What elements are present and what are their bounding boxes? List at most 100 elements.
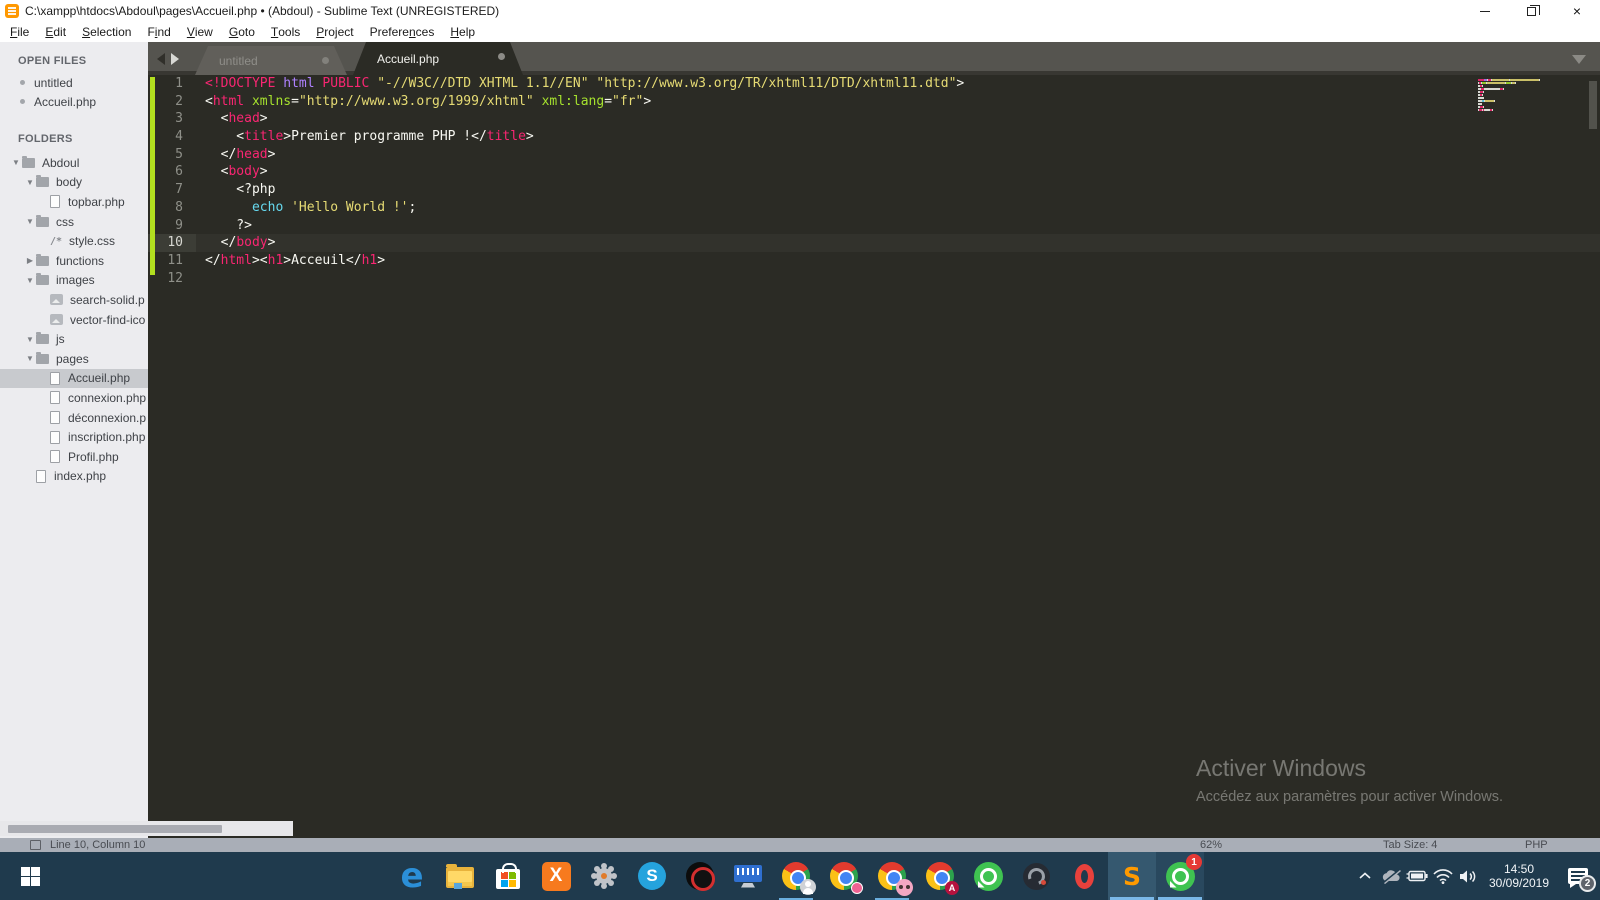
expand-arrow-icon[interactable]: ▶ [24, 256, 36, 265]
taskbar-chrome-profile-4[interactable]: A [916, 852, 964, 900]
code-line-2: 2 <html xmlns="http://www.w3.org/1999/xht… [148, 93, 1600, 111]
menu-find[interactable]: Fi nd [139, 22, 178, 42]
tray-chevron-up-icon[interactable] [1352, 852, 1378, 900]
menu-preferences[interactable]: Prefere n ces [362, 22, 443, 42]
line-number: 9 [175, 217, 183, 233]
file-icon [50, 411, 60, 425]
watermark-title: Activer Windows [1196, 755, 1366, 781]
line-number: 1 [175, 76, 183, 91]
tree-item-abdoul[interactable]: ▼ Abdoul [0, 153, 148, 173]
open-file-accueil-php[interactable]: Accueil.php [0, 92, 148, 111]
minimize-button[interactable] [1462, 0, 1508, 22]
tab-scroll-left-icon[interactable] [157, 53, 165, 65]
tree-item-body[interactable]: ▼ body [0, 173, 148, 193]
start-button[interactable] [6, 852, 54, 900]
vertical-scrollbar[interactable] [1589, 81, 1597, 129]
taskbar-settings-gear[interactable] [580, 852, 628, 900]
taskbar-on-screen-keyboard[interactable] [724, 852, 772, 900]
collapse-arrow-icon[interactable]: ▼ [24, 276, 36, 285]
collapse-arrow-icon[interactable]: ▼ [24, 217, 36, 226]
taskbar-microsoft-store[interactable] [484, 852, 532, 900]
taskbar-apps: e X S A S 1 [388, 852, 1204, 900]
minimap[interactable] [1478, 79, 1586, 115]
line-number: 4 [175, 129, 183, 145]
loop-app-icon [1020, 860, 1052, 892]
onedrive-cloud-icon[interactable] [1378, 852, 1404, 900]
syntax-indicator[interactable]: PHP [1525, 839, 1548, 851]
clock-time: 14:50 [1503, 862, 1535, 876]
menu-goto[interactable]: Goto [221, 22, 263, 42]
collapse-arrow-icon[interactable]: ▼ [24, 354, 36, 363]
open-files-header: OPEN FILES [18, 55, 87, 67]
restore-button[interactable] [1508, 0, 1554, 22]
tree-item-label: style.css [69, 234, 116, 249]
close-icon: × [1572, 3, 1582, 19]
collapse-arrow-icon[interactable]: ▼ [10, 158, 22, 167]
menu-tools[interactable]: Tools [263, 22, 308, 42]
horizontal-scrollbar-thumb[interactable] [8, 825, 222, 833]
taskbar-opera[interactable] [1060, 852, 1108, 900]
taskbar-skype[interactable]: S [628, 852, 676, 900]
close-button[interactable]: × [1554, 0, 1600, 22]
restore-icon [1526, 4, 1540, 16]
tree-item-connexion-php[interactable]: connexion.php [0, 388, 148, 408]
taskbar-sublime-text[interactable]: S [1108, 852, 1156, 900]
code-editor[interactable]: 1 <!DOCTYPE html PUBLIC "-//W3C//DTD XHTM… [148, 75, 1600, 838]
tab-accueil-php[interactable]: Accueil.php [353, 42, 523, 75]
taskbar-chrome-profile-1[interactable] [772, 852, 820, 900]
folder-icon [36, 273, 49, 286]
open-file-untitled[interactable]: untitled [0, 73, 148, 92]
tree-item-css[interactable]: ▼ css [0, 212, 148, 232]
tree-item-search-solid-p[interactable]: search-solid.p [0, 290, 148, 310]
tab-overflow-dropdown-icon[interactable] [1572, 55, 1586, 64]
horizontal-scrollbar-track[interactable] [0, 821, 293, 836]
profile-badge-icon [851, 882, 863, 894]
tree-item-profil-php[interactable]: Profil.php [0, 447, 148, 467]
taskbar-chrome-profile-2[interactable] [820, 852, 868, 900]
taskbar-whatsapp-desktop[interactable]: 1 [1156, 852, 1204, 900]
menu-view[interactable]: View [179, 22, 221, 42]
taskbar-file-explorer[interactable] [436, 852, 484, 900]
menu-help[interactable]: Help [442, 22, 483, 42]
code-text: <!DOCTYPE html PUBLIC "-//W3C//DTD XHTML… [205, 76, 965, 91]
line-number: 10 [148, 234, 196, 252]
menu-project[interactable]: Project [308, 22, 361, 42]
menu-file[interactable]: File [2, 22, 37, 42]
taskbar-whatsapp[interactable] [964, 852, 1012, 900]
sidebar: OPEN FILES untitled Accueil.php FOLDERS ▼… [0, 42, 148, 838]
taskbar-loop-app[interactable] [1012, 852, 1060, 900]
battery-icon[interactable] [1404, 852, 1430, 900]
taskbar-xampp[interactable]: X [532, 852, 580, 900]
tree-item-accueil-php[interactable]: Accueil.php [0, 368, 148, 389]
tree-item-vector-find-ico[interactable]: vector-find-ico [0, 310, 148, 330]
menu-edit[interactable]: Edit [37, 22, 74, 42]
tree-item-style-css[interactable]: /* style.css [0, 231, 148, 251]
taskbar-chrome-profile-3[interactable] [868, 852, 916, 900]
tab-size-indicator[interactable]: Tab Size: 4 [1383, 839, 1437, 851]
tree-item-js[interactable]: ▼ js [0, 329, 148, 349]
clock[interactable]: 14:50 30/09/2019 [1486, 862, 1552, 890]
tree-item-topbar-php[interactable]: topbar.php [0, 192, 148, 212]
tree-item-d-connexion-p[interactable]: déconnexion.p [0, 408, 148, 428]
tab-untitled[interactable]: untitled [195, 46, 347, 75]
collapse-arrow-icon[interactable]: ▼ [24, 178, 36, 187]
tree-item-index-php[interactable]: index.php [0, 467, 148, 487]
wifi-icon[interactable] [1430, 852, 1456, 900]
vintage-mode-icon[interactable] [30, 840, 41, 850]
tab-scroll-right-icon[interactable] [171, 53, 179, 65]
sublime-logo-icon [5, 4, 19, 18]
tree-item-images[interactable]: ▼ images [0, 271, 148, 291]
file-icon [36, 469, 46, 483]
whatsapp-icon [972, 860, 1004, 892]
taskbar-edge[interactable]: e [388, 852, 436, 900]
collapse-arrow-icon[interactable]: ▼ [24, 335, 36, 344]
taskbar-screen-recorder[interactable] [676, 852, 724, 900]
tree-item-label: functions [56, 253, 105, 268]
menu-selection[interactable]: Selection [74, 22, 139, 42]
tree-item-functions[interactable]: ▶ functions [0, 251, 148, 271]
action-center-button[interactable]: 2 [1556, 852, 1600, 900]
tree-item-pages[interactable]: ▼ pages [0, 349, 148, 369]
volume-icon[interactable] [1456, 852, 1482, 900]
tree-item-inscription-php[interactable]: inscription.php [0, 427, 148, 447]
